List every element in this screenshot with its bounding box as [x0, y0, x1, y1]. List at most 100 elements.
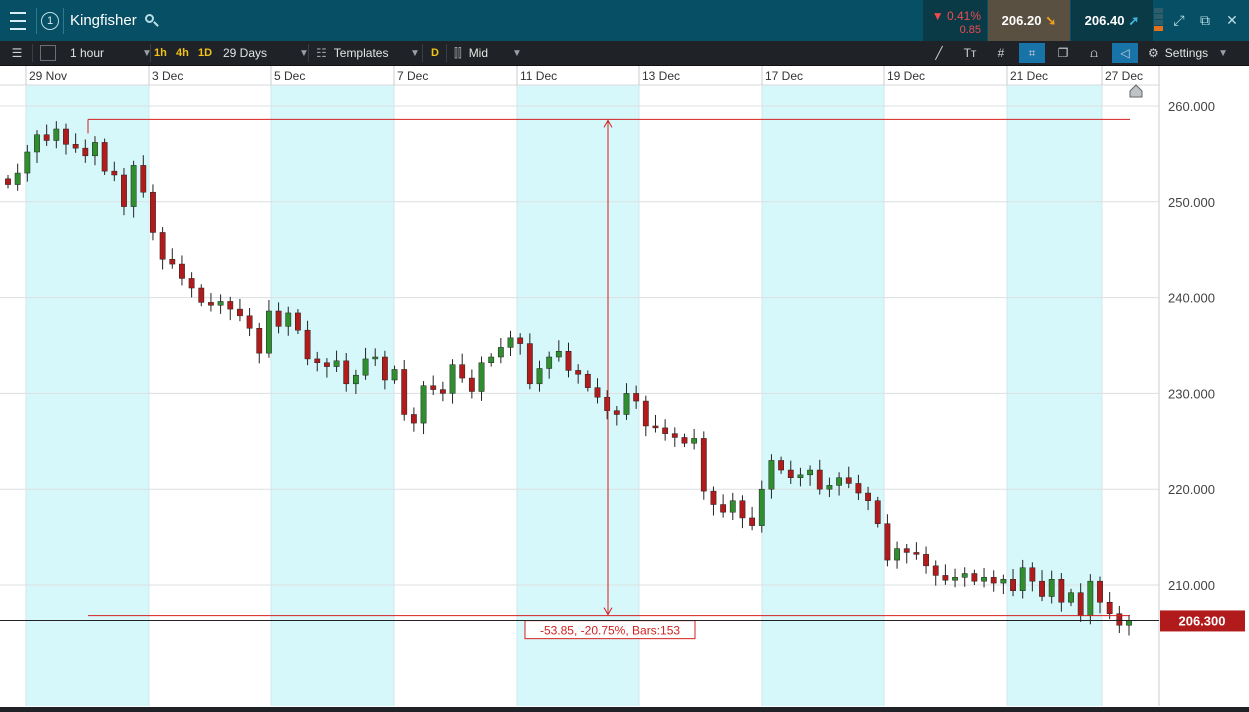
candle-body [43, 134, 50, 141]
templates-icon: ☷ [316, 46, 327, 60]
chart-app: 1 Kingfisher ▼ 0.41% 0.85 206.20 ➘ 206.4… [0, 0, 1249, 712]
candle-body [923, 554, 929, 567]
candle-body [410, 414, 417, 424]
quick-4h-button[interactable]: 4h [176, 41, 189, 65]
day-band [762, 85, 884, 706]
candle-body [111, 170, 118, 176]
instrument-name[interactable]: Kingfisher [70, 0, 137, 41]
candle-body [82, 147, 89, 157]
sell-price-button[interactable]: 206.20 ➘ [988, 0, 1070, 41]
candle-body [24, 151, 31, 174]
templates-label: Templates [333, 46, 389, 60]
candle-body [652, 425, 659, 429]
candle-body [208, 302, 214, 306]
interval-select[interactable]: 1 hour ▼ [70, 41, 152, 65]
indicator-icon[interactable]: ⩍ [1081, 43, 1107, 63]
price-chart[interactable]: 29 Nov 3 Dec 5 Dec 7 Dec 11 Dec 13 Dec 17 Dec 1… [0, 66, 1249, 712]
text-size-icon[interactable]: Tᴛ [957, 43, 983, 63]
y-tick-label: 230.000 [1168, 386, 1215, 401]
quick-1h-button[interactable]: 1h [154, 41, 167, 65]
candle-body [758, 488, 765, 526]
crosshair-draw-icon[interactable]: ⌗ [1019, 43, 1045, 63]
close-icon[interactable]: ✕ [1218, 0, 1246, 41]
candle-body [217, 301, 224, 306]
chevron-down-icon: ▼ [512, 47, 522, 59]
candle-body [584, 373, 591, 388]
interval-value: 1 hour [70, 46, 105, 60]
draw-line-icon[interactable]: ╱ [926, 43, 952, 63]
last-price-label: 206.300 [1179, 613, 1226, 628]
grid-icon[interactable]: # [988, 43, 1014, 63]
sell-price: 206.20 [1001, 13, 1042, 28]
menu-button[interactable] [0, 0, 36, 41]
list-icon[interactable]: ☰ [4, 43, 30, 63]
candle-body [913, 552, 920, 555]
arrow-up-icon: ➚ [1128, 12, 1140, 28]
candle-body [63, 128, 69, 145]
candle-body [942, 575, 949, 581]
templates-select[interactable]: ☷ Templates ▼ [316, 41, 420, 65]
candle-body [1087, 580, 1094, 616]
x-tick-label: 27 Dec [1105, 69, 1143, 83]
candle-body [884, 523, 891, 561]
y-tick-label: 220.000 [1168, 482, 1215, 497]
chart-toolbar: ☰ 1 hour ▼ 1h 4h 1D 29 Days ▼ ☷ Template… [0, 41, 1249, 66]
candle-body [700, 438, 707, 492]
price-change-panel: ▼ 0.41% 0.85 [923, 0, 987, 41]
arrow-down-icon: ➘ [1045, 12, 1057, 28]
candle-body [517, 337, 524, 344]
candle-body [343, 360, 350, 385]
range-select[interactable]: 29 Days ▼ [223, 41, 309, 65]
layout-icon [40, 45, 56, 61]
candle-body [981, 577, 987, 582]
price-type-select[interactable]: ⫿⫿ Mid ▼ [454, 41, 522, 65]
quick-1d-button[interactable]: 1D [198, 41, 212, 65]
candle-body [1106, 601, 1113, 614]
toolbar-divider [422, 44, 423, 62]
day-band [26, 85, 149, 706]
candle-body [159, 232, 166, 260]
candle-body [797, 474, 804, 478]
layout-button[interactable] [40, 41, 56, 65]
expand-icon[interactable]: ⤢ [1165, 0, 1193, 41]
range-value: 29 Days [223, 46, 268, 60]
y-tick-label: 250.000 [1168, 195, 1215, 210]
candle-body [671, 433, 678, 438]
x-tick-label: 29 Nov [29, 69, 67, 83]
candle-body [1000, 579, 1007, 584]
candle-body [468, 377, 475, 392]
candle-body [633, 393, 640, 402]
candle-body [323, 362, 330, 367]
candle-body [237, 308, 243, 317]
candle-body [121, 174, 127, 207]
candle-body [275, 310, 282, 327]
candle-body [101, 142, 108, 172]
price-type-value: Mid [468, 46, 489, 60]
copy-icon[interactable]: ❐ [1050, 43, 1076, 63]
x-tick-label: 17 Dec [765, 69, 803, 83]
popout-icon[interactable]: ⧉ [1191, 0, 1219, 41]
candle-body [749, 517, 756, 526]
candle-body [836, 477, 842, 486]
settings-button[interactable]: ⚙ Settings ▼ [1148, 41, 1228, 65]
candle-body [990, 577, 997, 584]
day-band [517, 85, 639, 706]
candle-body [188, 278, 195, 289]
candle-body [681, 437, 688, 444]
candle-body [304, 329, 311, 360]
candle-body [729, 500, 736, 513]
candle-body [420, 385, 427, 424]
candle-body [739, 500, 746, 519]
candle-body [459, 364, 466, 379]
candle-body [507, 337, 514, 348]
candle-body [855, 483, 862, 494]
header-divider [63, 8, 64, 34]
x-tick-label: 13 Dec [642, 69, 680, 83]
buy-price-button[interactable]: 206.40 ➚ [1071, 0, 1153, 41]
tag-icon[interactable]: ◁ [1112, 43, 1138, 63]
d-button[interactable]: D [431, 41, 439, 65]
window-number-button[interactable]: 1 [38, 0, 62, 41]
candle-body [1010, 579, 1016, 591]
search-icon[interactable] [145, 14, 159, 27]
candle-body [14, 172, 21, 185]
